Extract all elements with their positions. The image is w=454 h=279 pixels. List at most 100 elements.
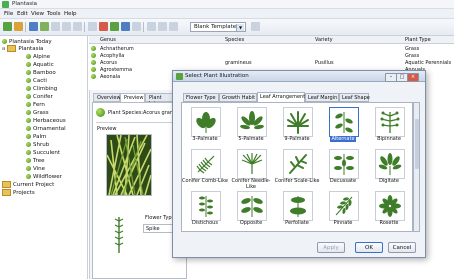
table-row[interactable]: Acophylla Grass (89, 52, 454, 59)
tab-flower-type[interactable]: Flower Type (183, 93, 219, 102)
illustration-conifer-scale-like[interactable]: Conifer Scale-Like (274, 149, 320, 187)
illustration-9-palmate[interactable]: 9-Palmate (274, 107, 320, 145)
leaf-icon (91, 53, 96, 58)
add-plant-icon[interactable] (40, 22, 49, 31)
chevron-down-icon[interactable]: ▼ (236, 24, 244, 31)
tree-item-bamboo[interactable]: Bamboo (26, 69, 56, 76)
gallery-scrollbar[interactable] (413, 102, 420, 232)
tree-item-shrub[interactable]: Shrub (26, 141, 49, 148)
menu-file[interactable]: File (4, 11, 13, 17)
tab-leaf-arrangement[interactable]: Leaf Arrangement (257, 92, 305, 102)
print-icon[interactable] (51, 22, 60, 31)
table-header-select[interactable] (89, 36, 98, 44)
cell-genus: Aeonala (100, 74, 121, 80)
tree-item-ornamental[interactable]: Ornamental (26, 125, 66, 132)
illustration-label: 9-Palmate (284, 136, 310, 142)
table-header-genus[interactable]: Genus (98, 36, 223, 44)
leaf-icon (26, 86, 31, 91)
table-row[interactable]: Achnatherum Grass (89, 45, 454, 52)
open-icon[interactable] (14, 22, 23, 31)
tree-item-label: Bamboo (33, 69, 56, 76)
tree-item-vine[interactable]: Vine (26, 165, 45, 172)
illustration-label: Conifer Scale-Like (274, 178, 320, 184)
tree-item-projects[interactable]: Projects (2, 189, 35, 196)
illustration-rosette[interactable]: Rosette (366, 191, 412, 229)
tree-item-plantasia-today[interactable]: Plantasia Today (2, 38, 52, 45)
tree-item-succulent[interactable]: Succulent (26, 149, 60, 156)
distichous-icon (199, 196, 213, 217)
leaf-icon (26, 174, 31, 179)
settings-icon[interactable] (132, 22, 141, 31)
tree-item-wildflower[interactable]: Wildflower (26, 173, 62, 180)
illustration-label: Bipinnate (377, 136, 401, 142)
tree-item-label: Wildflower (33, 173, 62, 180)
details-view-icon[interactable] (169, 22, 178, 31)
tab-leaf-shape[interactable]: Leaf Shape (339, 93, 370, 102)
tree-item-herbaceous[interactable]: Herbaceous (26, 117, 66, 124)
table-header-species[interactable]: Species (223, 36, 313, 44)
tree-item-plantasia[interactable]: ⊟ Plantasia (2, 45, 43, 52)
menu-bar: File Edit View Tools Help (0, 9, 454, 19)
delete-icon[interactable] (99, 22, 108, 31)
illustration-distichous[interactable]: Distichous (182, 191, 228, 229)
leaf-icon (26, 78, 31, 83)
apply-button[interactable]: Apply (317, 242, 345, 253)
copy-icon[interactable] (73, 22, 82, 31)
menu-edit[interactable]: Edit (17, 11, 28, 17)
close-icon[interactable]: × (407, 73, 419, 82)
illustration-3-palmate[interactable]: 3-Palmate (182, 107, 228, 145)
illustration-conifer-comb-like[interactable]: Conifer Comb-Like (182, 149, 228, 187)
illustration-perfoliate[interactable]: Perfoliate (274, 191, 320, 229)
template-edit-icon[interactable] (251, 22, 260, 31)
save-icon[interactable] (29, 22, 38, 31)
menu-tools[interactable]: Tools (47, 11, 61, 17)
illustration-decussate[interactable]: Decussate (320, 149, 366, 187)
cancel-button[interactable]: Cancel (388, 242, 416, 253)
tab-preview[interactable]: Preview (120, 93, 145, 102)
tree-item-climbing[interactable]: Climbing (26, 85, 57, 92)
illustration-opposite[interactable]: Opposite (228, 191, 274, 229)
dialog-title: Select Plant Illustration (185, 73, 249, 79)
cut-icon[interactable] (62, 22, 71, 31)
tree-item-fern[interactable]: Fern (26, 101, 45, 108)
illustration-bipinnate[interactable]: Bipinnate (366, 107, 412, 145)
tree-item-aquatic[interactable]: Aquatic (26, 61, 54, 68)
illustration-conifer-needle-like[interactable]: Conifer Needle-Like (228, 149, 274, 190)
tree-item-grass[interactable]: Grass (26, 109, 49, 116)
table-header-plant-type[interactable]: Plant Type (403, 36, 454, 44)
tree-item-palm[interactable]: Palm (26, 133, 46, 140)
title-bar: Plantasia (0, 0, 454, 9)
tree-item-label: Projects (13, 189, 35, 196)
illustration-5-palmate[interactable]: 5-Palmate (228, 107, 274, 145)
menu-help[interactable]: Help (64, 11, 77, 17)
illustration-digitate[interactable]: Digitate (366, 149, 412, 187)
illustration-label: Alternate (320, 136, 366, 142)
home-icon[interactable] (3, 22, 12, 31)
table-header-variety[interactable]: Variety (313, 36, 403, 44)
template-select[interactable]: Blank Template ▼ (190, 22, 246, 32)
ok-button[interactable]: OK (355, 242, 383, 253)
tree-item-cacti[interactable]: Cacti (26, 77, 47, 84)
plant-icon[interactable] (110, 22, 119, 31)
scrollbar-thumb[interactable] (415, 119, 419, 169)
menu-view[interactable]: View (31, 11, 44, 17)
collapse-icon[interactable]: ⊟ (2, 46, 5, 51)
illustration-pinnate[interactable]: Pinnate (320, 191, 366, 229)
list-view-icon[interactable] (147, 22, 156, 31)
app-icon (2, 1, 9, 8)
grid-view-icon[interactable] (158, 22, 167, 31)
paste-icon[interactable] (88, 22, 97, 31)
palmate-5-icon (240, 111, 264, 130)
image-icon[interactable] (121, 22, 130, 31)
illustration-alternate[interactable]: Alternate (320, 107, 366, 145)
decussate-icon (334, 154, 354, 175)
tree-item-alpine[interactable]: Alpine (26, 53, 50, 60)
tree-item-tree[interactable]: Tree (26, 157, 44, 164)
tree-item-conifer[interactable]: Conifer (26, 93, 53, 100)
tab-growth-habit[interactable]: Growth Habit (219, 93, 257, 102)
tab-overview[interactable]: Overview (93, 93, 121, 102)
tab-leaf-margin[interactable]: Leaf Margin (305, 93, 339, 102)
tree-item-current-project[interactable]: Current Project (2, 181, 54, 188)
table-row[interactable]: Acorus gramineus Pusillus Aquatic Perenn… (89, 59, 454, 66)
app-title: Plantasia (12, 1, 37, 7)
